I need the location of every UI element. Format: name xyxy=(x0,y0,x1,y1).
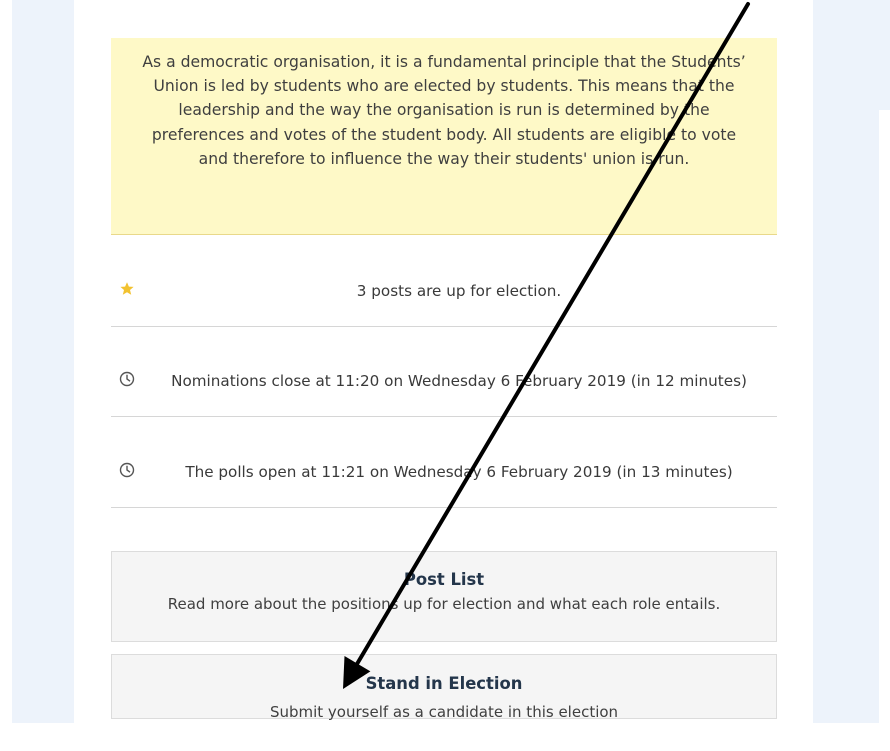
polls-info-row: The polls open at 11:21 on Wednesday 6 F… xyxy=(111,460,777,508)
stand-in-election-description: Submit yourself as a candidate in this e… xyxy=(269,703,619,721)
stand-in-election-title: Stand in Election xyxy=(365,674,523,693)
bottom-strip xyxy=(0,723,890,751)
star-icon xyxy=(119,281,135,297)
post-list-description: Read more about the positions up for ele… xyxy=(167,595,721,613)
stand-in-election-card[interactable]: Stand in Election Submit yourself as a c… xyxy=(111,654,777,721)
clock-icon xyxy=(119,462,135,478)
polls-open-text: The polls open at 11:21 on Wednesday 6 F… xyxy=(185,463,733,481)
post-list-title: Post List xyxy=(403,570,485,589)
posts-count-text: 3 posts are up for election. xyxy=(356,282,562,300)
election-intro-text: As a democratic organisation, it is a fu… xyxy=(142,53,746,168)
election-intro-box: As a democratic organisation, it is a fu… xyxy=(111,38,777,235)
nominations-close-text: Nominations close at 11:20 on Wednesday … xyxy=(171,372,747,390)
post-list-card[interactable]: Post List Read more about the positions … xyxy=(111,551,777,642)
posts-info-row: 3 posts are up for election. xyxy=(111,279,777,327)
left-side-panel xyxy=(12,0,74,723)
right-side-gap xyxy=(879,110,890,723)
nominations-info-row: Nominations close at 11:20 on Wednesday … xyxy=(111,369,777,417)
clock-icon xyxy=(119,371,135,387)
